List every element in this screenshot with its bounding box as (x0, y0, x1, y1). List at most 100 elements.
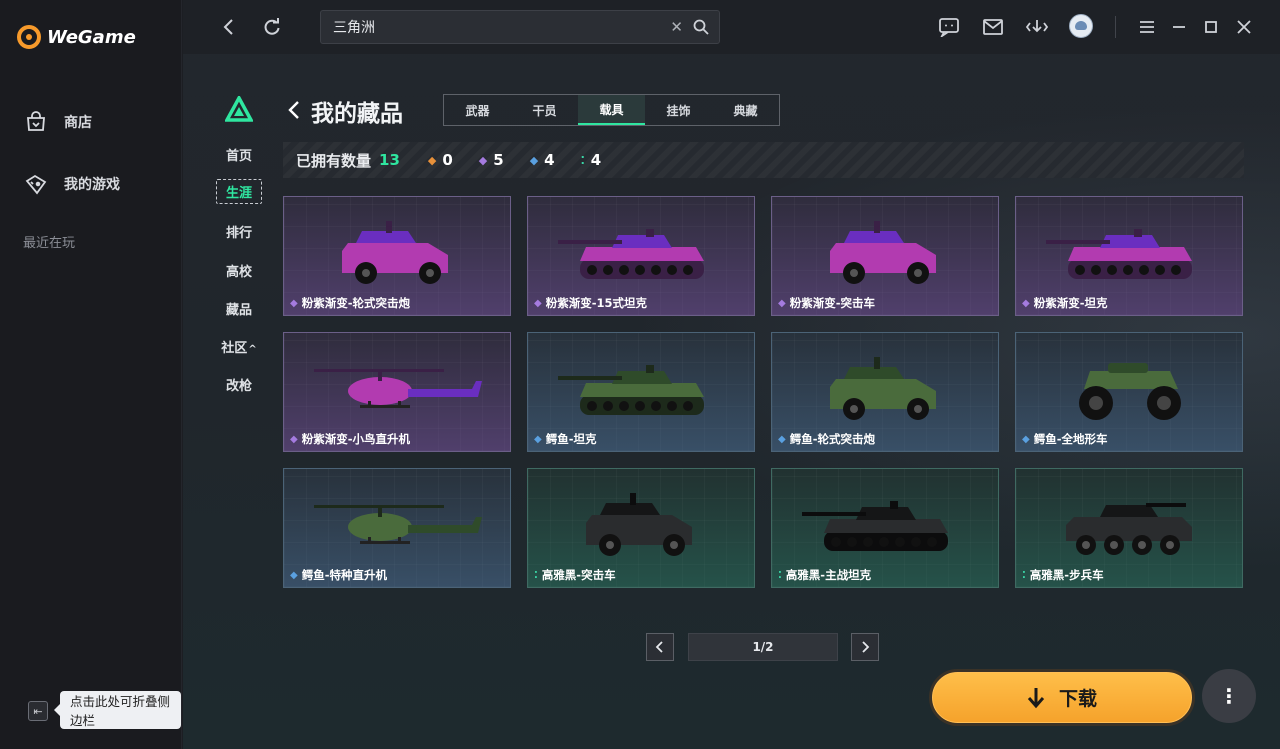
prev-page-button[interactable] (646, 633, 674, 661)
rarity-count-value: 5 (493, 151, 504, 169)
chat-button[interactable] (937, 16, 961, 38)
delta-force-logo-icon[interactable] (225, 96, 253, 122)
tab-vehicles[interactable]: 载具 (578, 95, 645, 125)
green-dots-icon: ⁚ (778, 569, 782, 581)
rarity-count-orange: ◆ 0 (428, 151, 453, 169)
user-avatar[interactable] (1069, 14, 1093, 38)
chat-icon (939, 18, 959, 37)
download-manager-icon (1025, 20, 1049, 33)
vehicle-name-row: ◆ 鳄鱼-特种直升机 (290, 567, 387, 583)
menu-button[interactable] (1135, 16, 1159, 38)
game-nav-home[interactable]: 首页 (217, 145, 261, 164)
vehicle-name-row: ◆ 粉紫渐变-坦克 (1022, 295, 1107, 311)
vehicle-name: 粉紫渐变-轮式突击炮 (301, 296, 410, 310)
download-button[interactable]: 下载 (929, 669, 1195, 726)
rarity-count-value: 4 (590, 151, 602, 169)
game-nav-collection[interactable]: 藏品 (217, 299, 261, 318)
minimize-icon (1173, 26, 1185, 28)
game-nav-ranking[interactable]: 排行 (217, 222, 261, 241)
maximize-button[interactable] (1199, 16, 1223, 38)
clear-search-icon[interactable]: ✕ (670, 18, 683, 36)
green-dots-icon: ⁚ (580, 153, 585, 167)
more-vertical-icon: ⋮ (1219, 684, 1239, 708)
mail-icon (983, 19, 1003, 35)
vehicle-name-row: ◆ 粉紫渐变-15式坦克 (534, 295, 647, 311)
tab-charms[interactable]: 挂饰 (645, 95, 712, 125)
rarity-count-value: 4 (544, 151, 555, 169)
sidebar-item-label: 商店 (64, 115, 92, 131)
wegame-logo[interactable]: WeGame (17, 25, 136, 49)
wegame-logo-icon (17, 25, 41, 49)
blue-diamond-icon: ◆ (534, 433, 542, 445)
main-content: ✕ (183, 0, 1280, 749)
vehicle-image (558, 365, 704, 415)
vehicle-name: 粉紫渐变-15式坦克 (545, 296, 647, 310)
game-nav-college[interactable]: 高校 (217, 261, 261, 280)
vehicle-card[interactable]: ◆ 粉紫渐变-小鸟直升机 (283, 332, 511, 452)
vehicle-image (1066, 503, 1192, 555)
vehicle-image (558, 229, 704, 279)
owned-count-bar: 已拥有数量 13 ◆ 0 ◆ 5 ◆ 4 ⁚ 4 (283, 142, 1244, 178)
app-name: WeGame (47, 26, 136, 48)
vehicle-card[interactable]: ⁚ 高雅黑-突击车 (527, 468, 755, 588)
refresh-button[interactable] (260, 15, 284, 39)
blue-diamond-icon: ◆ (290, 569, 298, 581)
blue-diamond-icon: ◆ (778, 433, 786, 445)
vehicle-card[interactable]: ◆ 粉紫渐变-15式坦克 (527, 196, 755, 316)
game-nav-community[interactable]: 社区^ (217, 337, 261, 356)
refresh-icon (264, 18, 280, 35)
tab-collection[interactable]: 典藏 (712, 95, 779, 125)
chevron-left-icon (655, 641, 663, 653)
search-box: ✕ (320, 10, 720, 44)
rarity-count-purple: ◆ 5 (479, 151, 504, 169)
game-nav-label: 生涯 (225, 186, 252, 201)
minimize-button[interactable] (1167, 16, 1191, 38)
purple-diamond-icon: ◆ (478, 153, 488, 167)
download-manager-button[interactable] (1025, 16, 1049, 38)
left-sidebar: WeGame 商店 我的游戏 最近在玩 ⇤ 点击此处可折叠侧边栏 (0, 0, 182, 749)
vehicle-card[interactable]: ◆ 鳄鱼-特种直升机 (283, 468, 511, 588)
rarity-count-value: 0 (442, 151, 453, 169)
vehicle-name-row: ◆ 鳄鱼-轮式突击炮 (778, 431, 875, 447)
topbar-divider (1115, 16, 1116, 38)
page-indicator: 1/2 (688, 633, 838, 661)
sidebar-item-my-games[interactable]: 我的游戏 (24, 172, 120, 196)
top-bar: ✕ (183, 0, 1280, 54)
vehicle-card[interactable]: ◆ 鳄鱼-全地形车 (1015, 332, 1243, 452)
collection-back-icon[interactable] (287, 99, 301, 121)
tab-weapons[interactable]: 武器 (444, 95, 511, 125)
blue-diamond-icon: ◆ (529, 153, 539, 167)
vehicle-image (1046, 229, 1192, 279)
tab-operators[interactable]: 干员 (511, 95, 578, 125)
mail-button[interactable] (981, 16, 1005, 38)
close-button[interactable] (1232, 16, 1256, 38)
vehicle-name-row: ⁚ 高雅黑-主战坦克 (778, 567, 871, 583)
more-options-button[interactable]: ⋮ (1202, 669, 1256, 723)
vehicle-image (1079, 363, 1181, 420)
search-icon[interactable] (693, 19, 709, 35)
vehicle-card[interactable]: ⁚ 高雅黑-步兵车 (1015, 468, 1243, 588)
owned-count-total: 13 (379, 151, 400, 169)
recent-played-label: 最近在玩 (23, 236, 76, 251)
sidebar-item-label: 我的游戏 (64, 177, 120, 193)
chevron-right-icon (862, 641, 870, 653)
vehicle-card[interactable]: ◆ 粉紫渐变-突击车 (771, 196, 999, 316)
vehicle-name: 鳄鱼-特种直升机 (301, 568, 387, 582)
game-nav-career[interactable]: 生涯 (216, 179, 262, 204)
game-nav-gunsmith[interactable]: 改枪 (217, 375, 261, 394)
search-input[interactable] (333, 17, 653, 37)
vehicle-name: 高雅黑-步兵车 (1029, 568, 1104, 582)
collapse-sidebar-button[interactable]: ⇤ (28, 701, 48, 721)
vehicle-card[interactable]: ◆ 粉紫渐变-坦克 (1015, 196, 1243, 316)
purple-diamond-icon: ◆ (534, 297, 542, 309)
back-button[interactable] (217, 15, 241, 39)
vehicle-card[interactable]: ⁚ 高雅黑-主战坦克 (771, 468, 999, 588)
purple-diamond-icon: ◆ (290, 433, 298, 445)
vehicle-card[interactable]: ◆ 鳄鱼-坦克 (527, 332, 755, 452)
vehicle-card[interactable]: ◆ 鳄鱼-轮式突击炮 (771, 332, 999, 452)
vehicle-image (586, 493, 692, 556)
rarity-count-green: ⁚ 4 (581, 151, 602, 169)
next-page-button[interactable] (851, 633, 879, 661)
vehicle-card[interactable]: ◆ 粉紫渐变-轮式突击炮 (283, 196, 511, 316)
sidebar-item-store[interactable]: 商店 (24, 110, 92, 134)
